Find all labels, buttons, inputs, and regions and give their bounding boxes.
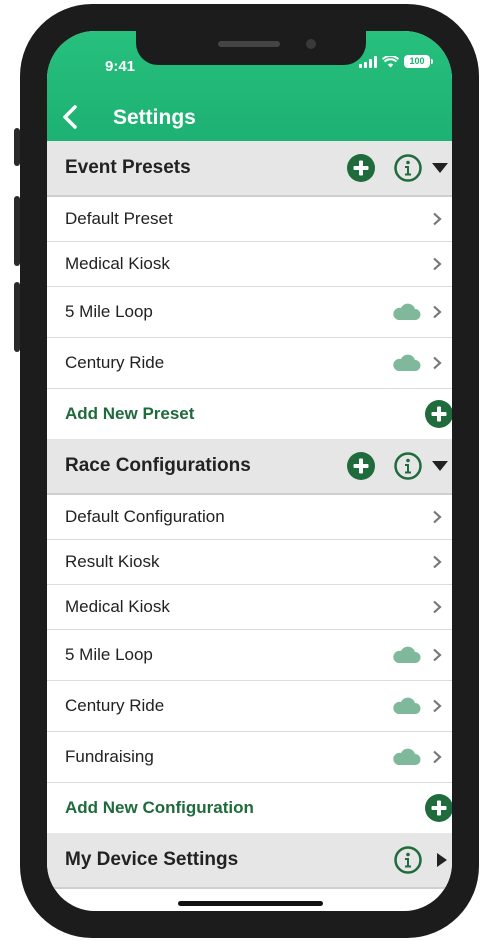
- cloud-icon: [393, 303, 421, 320]
- info-circle-icon[interactable]: [394, 452, 422, 480]
- speaker: [218, 41, 280, 47]
- chevron-right-icon: [433, 305, 442, 319]
- caret-down-icon[interactable]: [431, 161, 449, 175]
- section-header-my-device-settings[interactable]: My Device Settings: [47, 833, 452, 889]
- page-title: Settings: [113, 106, 196, 129]
- list-item-label: 5 Mile Loop: [65, 302, 153, 321]
- add-new-configuration-label: Add New Configuration: [65, 798, 254, 817]
- caret-down-icon[interactable]: [431, 459, 449, 473]
- chevron-right-icon: [433, 212, 442, 226]
- list-item-medical-kiosk[interactable]: Medical Kiosk: [47, 242, 452, 287]
- chevron-right-icon: [433, 510, 442, 524]
- list-item-default-preset[interactable]: Default Preset: [47, 197, 452, 242]
- cloud-icon: [393, 646, 421, 663]
- section-title: Race Configurations: [65, 455, 251, 476]
- list-item-fundraising[interactable]: Fundraising: [47, 732, 452, 783]
- chevron-right-icon: [433, 600, 442, 614]
- battery-icon: 100: [404, 55, 433, 68]
- list-item-label: Default Configuration: [65, 507, 225, 526]
- list-item-label: Medical Kiosk: [65, 254, 170, 273]
- info-circle-icon[interactable]: [394, 154, 422, 182]
- plus-circle-icon[interactable]: [425, 400, 452, 428]
- back-button[interactable]: [59, 103, 83, 131]
- list-item-label: 5 Mile Loop: [65, 645, 153, 664]
- settings-list: Event Presets Default Preset Medical Kio…: [47, 141, 452, 889]
- status-time: 9:41: [105, 58, 136, 75]
- list-item-5-mile-loop[interactable]: 5 Mile Loop: [47, 287, 452, 338]
- list-item-label: Result Kiosk: [65, 552, 160, 571]
- list-item-century-ride[interactable]: Century Ride: [47, 338, 452, 389]
- cloud-icon: [393, 748, 421, 765]
- chevron-right-icon: [433, 555, 442, 569]
- list-item-label: Century Ride: [65, 353, 165, 372]
- list-item-default-configuration[interactable]: Default Configuration: [47, 495, 452, 540]
- section-header-event-presets[interactable]: Event Presets: [47, 141, 452, 197]
- list-item-label: Fundraising: [65, 747, 154, 766]
- section-header-race-configurations[interactable]: Race Configurations: [47, 439, 452, 495]
- section-title: Event Presets: [65, 157, 191, 178]
- chevron-right-icon: [433, 750, 442, 764]
- camera: [306, 39, 316, 49]
- signal-icon: [359, 55, 377, 68]
- add-new-configuration-button[interactable]: Add New Configuration: [47, 783, 452, 833]
- list-item-medical-kiosk[interactable]: Medical Kiosk: [47, 585, 452, 630]
- chevron-right-icon: [433, 648, 442, 662]
- nav-header: 9:41 100 Settings: [47, 31, 452, 141]
- wifi-icon: [382, 55, 399, 67]
- notch: [136, 31, 366, 65]
- chevron-left-icon: [63, 105, 77, 129]
- cloud-icon: [393, 354, 421, 371]
- list-item-label: Default Preset: [65, 209, 173, 228]
- plus-circle-icon[interactable]: [347, 452, 375, 480]
- screen: 9:41 100 Settings Event Presets Default …: [47, 31, 452, 911]
- chevron-right-icon: [433, 699, 442, 713]
- caret-right-icon[interactable]: [436, 852, 448, 868]
- list-item-5-mile-loop[interactable]: 5 Mile Loop: [47, 630, 452, 681]
- status-icons: 100: [359, 55, 433, 68]
- list-item-result-kiosk[interactable]: Result Kiosk: [47, 540, 452, 585]
- info-circle-icon[interactable]: [394, 846, 422, 874]
- add-new-preset-button[interactable]: Add New Preset: [47, 389, 452, 439]
- chevron-right-icon: [433, 257, 442, 271]
- list-item-label: Century Ride: [65, 696, 165, 715]
- list-item-century-ride[interactable]: Century Ride: [47, 681, 452, 732]
- add-new-preset-label: Add New Preset: [65, 404, 195, 423]
- plus-circle-icon[interactable]: [347, 154, 375, 182]
- list-item-label: Medical Kiosk: [65, 597, 170, 616]
- phone-frame: 9:41 100 Settings Event Presets Default …: [20, 4, 479, 938]
- cloud-icon: [393, 697, 421, 714]
- chevron-right-icon: [433, 356, 442, 370]
- home-indicator: [178, 901, 323, 906]
- section-title: My Device Settings: [65, 849, 239, 870]
- plus-circle-icon[interactable]: [425, 794, 452, 822]
